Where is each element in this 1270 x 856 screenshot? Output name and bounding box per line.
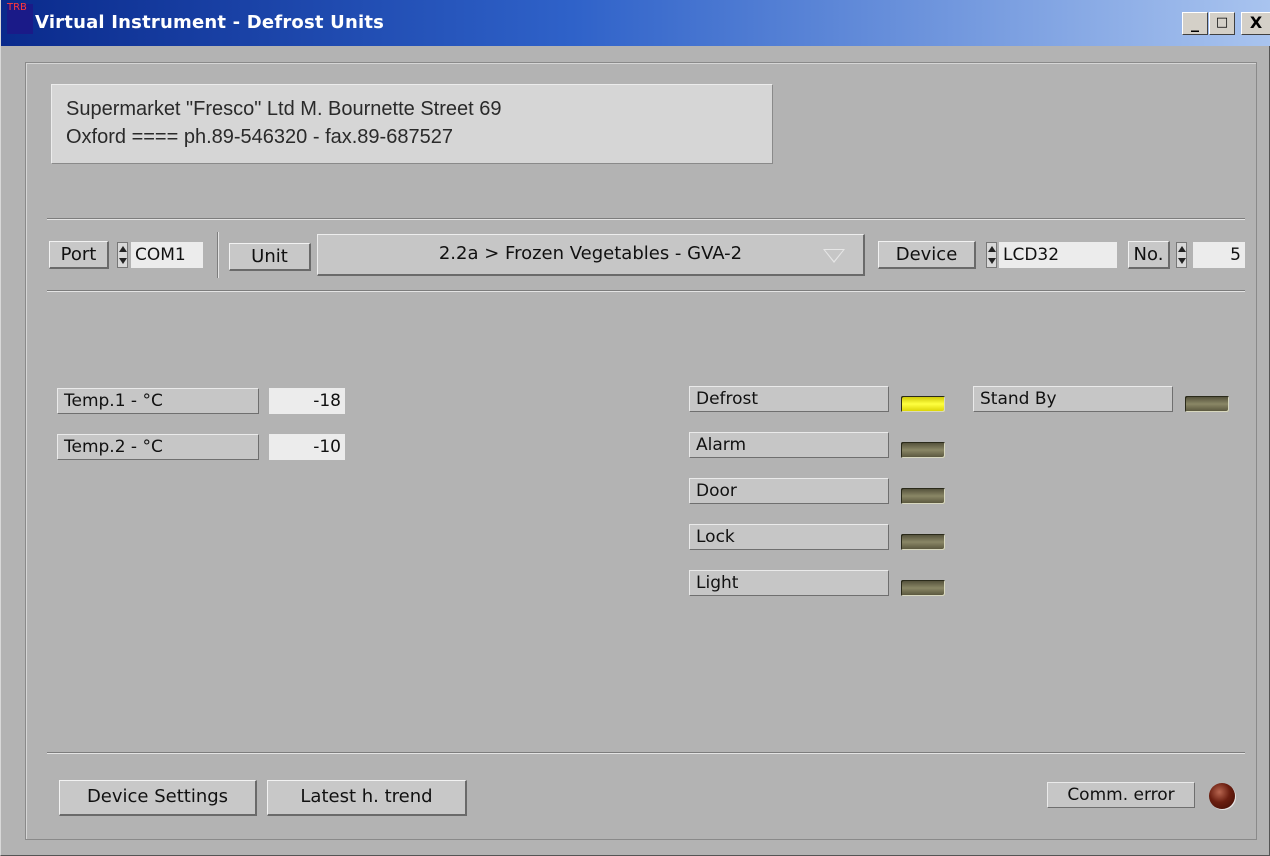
- alarm-label: Alarm: [689, 432, 889, 458]
- temp2-value: -10: [269, 434, 345, 460]
- comm-error-label: Comm. error: [1047, 782, 1195, 808]
- company-info-box: Supermarket "Fresco" Ltd M. Bournette St…: [51, 84, 773, 164]
- app-window: TRB Virtual Instrument - Defrost Units _…: [0, 0, 1270, 856]
- defrost-label: Defrost: [689, 386, 889, 412]
- lock-label: Lock: [689, 524, 889, 550]
- company-line-1: Supermarket "Fresco" Ltd M. Bournette St…: [66, 98, 502, 120]
- unit-button[interactable]: Unit: [229, 243, 311, 271]
- toolbar-separator: [217, 232, 219, 278]
- company-line-2: Oxford ==== ph.89-546320 - fax.89-687527: [66, 126, 453, 148]
- device-button[interactable]: Device: [878, 241, 976, 269]
- door-led: [901, 488, 945, 504]
- unit-dropdown-value: 2.2a > Frozen Vegetables - GVA-2: [438, 243, 743, 264]
- device-field[interactable]: LCD32: [999, 242, 1117, 268]
- app-icon-text: TRB: [7, 2, 27, 13]
- title-bar[interactable]: TRB Virtual Instrument - Defrost Units _…: [1, 0, 1270, 46]
- standby-label: Stand By: [973, 386, 1173, 412]
- port-field[interactable]: COM1: [131, 242, 203, 268]
- no-field[interactable]: 5: [1193, 242, 1245, 268]
- port-spinner[interactable]: [117, 242, 128, 268]
- minimize-button[interactable]: _: [1182, 12, 1208, 35]
- latest-trend-button[interactable]: Latest h. trend: [267, 780, 467, 816]
- device-spinner[interactable]: [986, 242, 997, 268]
- close-button[interactable]: X: [1241, 12, 1270, 35]
- temp1-value: -18: [269, 388, 345, 414]
- unit-dropdown[interactable]: 2.2a > Frozen Vegetables - GVA-2: [317, 234, 865, 276]
- light-led: [901, 580, 945, 596]
- divider-toolbar-bottom: [47, 290, 1245, 292]
- device-settings-button[interactable]: Device Settings: [59, 780, 257, 816]
- divider-top: [47, 218, 1245, 220]
- no-spinner[interactable]: [1176, 242, 1187, 268]
- comm-error-led: [1209, 783, 1235, 809]
- app-icon: TRB: [7, 2, 33, 34]
- lock-led: [901, 534, 945, 550]
- standby-led: [1185, 396, 1229, 412]
- temp1-label: Temp.1 - °C: [57, 388, 259, 414]
- divider-footer: [47, 752, 1245, 754]
- defrost-led: [901, 396, 945, 412]
- door-label: Door: [689, 478, 889, 504]
- temp2-label: Temp.2 - °C: [57, 434, 259, 460]
- light-label: Light: [689, 570, 889, 596]
- maximize-button[interactable]: □: [1209, 12, 1235, 35]
- port-button[interactable]: Port: [49, 241, 109, 269]
- alarm-led: [901, 442, 945, 458]
- chevron-down-icon[interactable]: [823, 249, 845, 263]
- window-title: Virtual Instrument - Defrost Units: [35, 12, 385, 33]
- no-button[interactable]: No.: [1128, 241, 1170, 269]
